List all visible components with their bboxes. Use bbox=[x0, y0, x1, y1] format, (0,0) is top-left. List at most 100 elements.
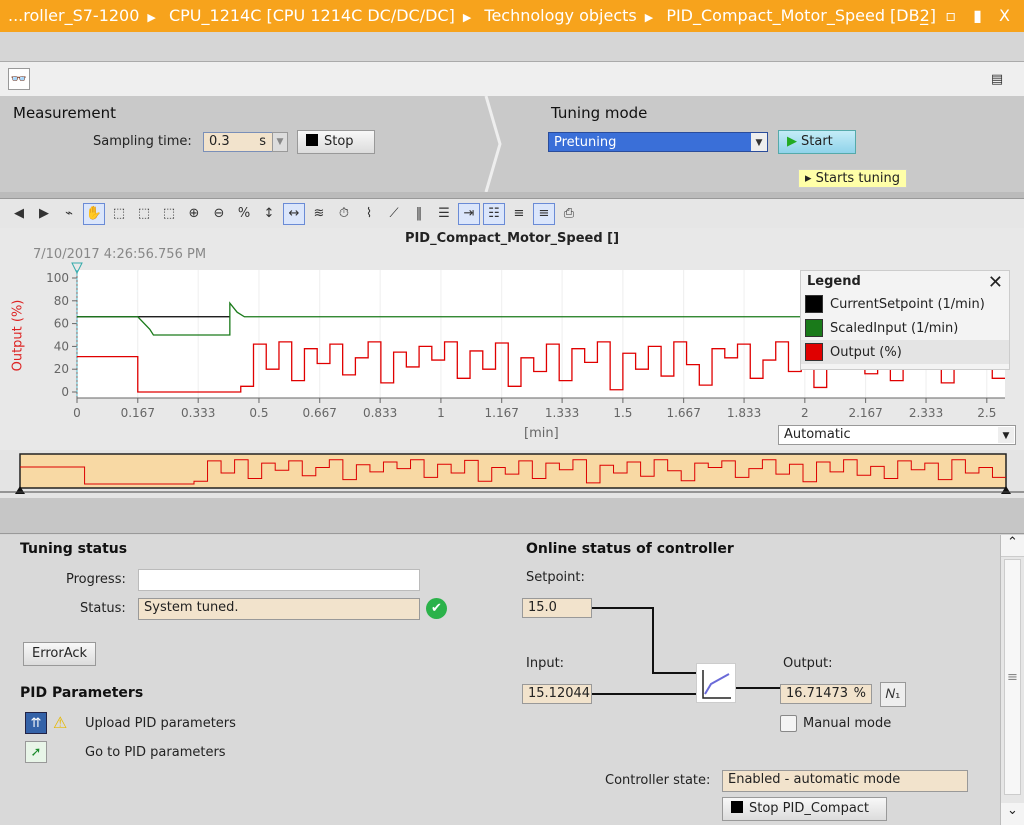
legend-label: ScaledInput (1/min) bbox=[830, 320, 959, 336]
progress-label: Progress: bbox=[66, 572, 126, 587]
stop-icon bbox=[731, 801, 743, 813]
y-tick-label: 60 bbox=[54, 317, 69, 331]
progress-bar bbox=[138, 569, 420, 591]
check-ok-icon: ✔ bbox=[426, 598, 447, 619]
input-value: 15.12044 bbox=[522, 684, 592, 704]
header-band bbox=[0, 32, 1024, 62]
x-tick-label: 1.167 bbox=[485, 406, 519, 420]
status-value: System tuned. bbox=[138, 598, 420, 620]
goto-arrow-icon[interactable]: ➚ bbox=[25, 741, 47, 763]
y-tick-label: 0 bbox=[61, 385, 69, 399]
upload-icon[interactable]: ⇈ bbox=[25, 712, 47, 734]
hand-pan-icon[interactable]: ✋ bbox=[83, 202, 105, 225]
stop-measurement-button[interactable]: Stop bbox=[297, 130, 375, 154]
vertical-cursor-icon[interactable]: ‖ bbox=[408, 203, 430, 225]
y-axis-label: Output (%) bbox=[10, 299, 26, 372]
y-tick-label: 40 bbox=[54, 339, 69, 353]
chevron-down-icon: ▼ bbox=[751, 133, 767, 151]
goto-pid-link[interactable]: Go to PID parameters bbox=[85, 745, 226, 760]
zoom-100-icon[interactable]: % bbox=[233, 203, 255, 225]
start-tooltip: ▸ Starts tuning bbox=[798, 169, 908, 188]
print-icon[interactable]: ⎙ bbox=[558, 203, 580, 225]
breadcrumb-1[interactable]: CPU_1214C [CPU 1214C DC/DC/DC] bbox=[169, 6, 455, 25]
stop-pid-compact-button[interactable]: Stop PID_Compact bbox=[722, 797, 887, 821]
manual-mode-label[interactable]: Manual mode bbox=[803, 716, 891, 731]
chevron-down-icon: ▼ bbox=[998, 427, 1014, 443]
tuning-mode-title: Tuning mode bbox=[551, 104, 648, 122]
export-icon[interactable]: ⇥ bbox=[458, 202, 480, 225]
scroll-up-icon[interactable]: ⌃ bbox=[1001, 535, 1024, 557]
scroll-down-icon[interactable]: ⌄ bbox=[1001, 803, 1024, 825]
output-number: 16.71473 bbox=[786, 686, 849, 701]
range-mode-select[interactable]: Automatic ▼ bbox=[778, 425, 1016, 445]
tooltip-text: Starts tuning bbox=[815, 171, 901, 186]
upload-pid-link[interactable]: Upload PID parameters bbox=[85, 716, 236, 731]
controller-state-label: Controller state: bbox=[605, 773, 711, 788]
sampling-time-input[interactable]: 0.3 s bbox=[203, 132, 273, 152]
sampling-value: 0.3 bbox=[209, 134, 230, 149]
curve-points-icon[interactable]: ⌇ bbox=[358, 203, 380, 225]
zoom-rect-icon[interactable]: ⬚ bbox=[108, 203, 130, 225]
play-icon: ▶ bbox=[787, 134, 797, 149]
x-tick-label: 1.667 bbox=[666, 406, 700, 420]
title-bar: ...roller_S7-1200 ▶ CPU_1214C [CPU 1214C … bbox=[0, 0, 1024, 32]
x-tick-label: 1.5 bbox=[613, 406, 632, 420]
legend-title: Legend bbox=[807, 274, 861, 289]
x-tick-label: 0.333 bbox=[181, 406, 215, 420]
input-label: Input: bbox=[526, 656, 565, 671]
legend-item[interactable]: ScaledInput (1/min) bbox=[801, 316, 1009, 340]
forward-icon[interactable]: ▶ bbox=[33, 203, 55, 225]
zoom-y-100-icon[interactable]: ↕ bbox=[258, 203, 280, 225]
manual-mode-checkbox[interactable] bbox=[780, 715, 797, 732]
vertical-scrollbar[interactable]: ⌃ ≡ ⌄ bbox=[1000, 535, 1024, 825]
output-unit: % bbox=[853, 686, 866, 701]
snapshot-icon[interactable]: ⌁ bbox=[58, 203, 80, 225]
substitute-output-icon[interactable]: 𝑁₁ bbox=[880, 682, 906, 707]
legend-icon[interactable]: ☷ bbox=[483, 202, 505, 225]
time-axis-icon[interactable]: ⏱ bbox=[333, 203, 355, 225]
x-tick-label: 0.167 bbox=[121, 406, 155, 420]
top-toolbar: 👓 ▤ bbox=[0, 62, 1024, 96]
close-legend-icon[interactable]: ✕ bbox=[988, 272, 1003, 293]
erroracknowledge-button[interactable]: ErrorAck bbox=[23, 642, 97, 666]
sampling-dropdown-icon[interactable]: ▼ bbox=[272, 132, 288, 152]
splitter-middle[interactable] bbox=[0, 498, 1024, 534]
online-status-title: Online status of controller bbox=[526, 541, 734, 557]
tuning-mode-select[interactable]: Pretuning ▼ bbox=[548, 132, 768, 152]
start-tuning-button[interactable]: ▶ Start bbox=[778, 130, 856, 154]
start-label: Start bbox=[801, 134, 833, 149]
measurement-title: Measurement bbox=[13, 104, 116, 122]
panel-divider-chevron bbox=[484, 96, 502, 192]
horizontal-cursor-icon[interactable]: ☰ bbox=[433, 203, 455, 225]
output-value: 16.71473% bbox=[780, 684, 872, 704]
overview-plot[interactable] bbox=[0, 450, 1024, 498]
x-tick-label: 0.667 bbox=[303, 406, 337, 420]
line-icon[interactable]: ⟋ bbox=[383, 203, 405, 225]
back-icon[interactable]: ◀ bbox=[8, 203, 30, 225]
zoom-y-icon[interactable]: ⬚ bbox=[158, 203, 180, 225]
legend: Legend ✕ CurrentSetpoint (1/min) ScaledIn… bbox=[800, 270, 1010, 370]
window-controls[interactable]: _ ▫ ▮ X bbox=[920, 0, 1016, 32]
control-panels: Measurement Sampling time: 0.3 s ▼ Stop T… bbox=[0, 96, 1024, 192]
align-right-icon[interactable]: ≡ bbox=[533, 202, 555, 225]
sampling-unit: s bbox=[259, 134, 266, 149]
align-left-icon[interactable]: ≡ bbox=[508, 203, 530, 225]
zoom-x-100-icon[interactable]: ↔ bbox=[283, 202, 305, 225]
sampling-time-label: Sampling time: bbox=[93, 134, 192, 149]
signal-icon[interactable]: ≋ bbox=[308, 203, 330, 225]
legend-item[interactable]: Output (%) bbox=[801, 340, 1009, 364]
zoom-x-icon[interactable]: ⬚ bbox=[133, 203, 155, 225]
breadcrumb-0[interactable]: ...roller_S7-1200 bbox=[8, 6, 139, 25]
output-label: Output: bbox=[783, 656, 833, 671]
breadcrumb-2[interactable]: Technology objects bbox=[484, 6, 636, 25]
x-tick-label: 2.167 bbox=[848, 406, 882, 420]
legend-item[interactable]: CurrentSetpoint (1/min) bbox=[801, 292, 1009, 316]
overview-window bbox=[19, 453, 1007, 489]
zoom-out-icon[interactable]: ⊖ bbox=[208, 203, 230, 225]
overview-strip[interactable] bbox=[0, 450, 1024, 498]
scroll-thumb[interactable]: ≡ bbox=[1004, 559, 1021, 795]
monitor-glasses-icon[interactable]: 👓 bbox=[8, 68, 30, 90]
window-layout-icon[interactable]: ▤ bbox=[986, 68, 1008, 90]
zoom-in-icon[interactable]: ⊕ bbox=[183, 203, 205, 225]
pid-parameters-title: PID Parameters bbox=[20, 685, 144, 701]
